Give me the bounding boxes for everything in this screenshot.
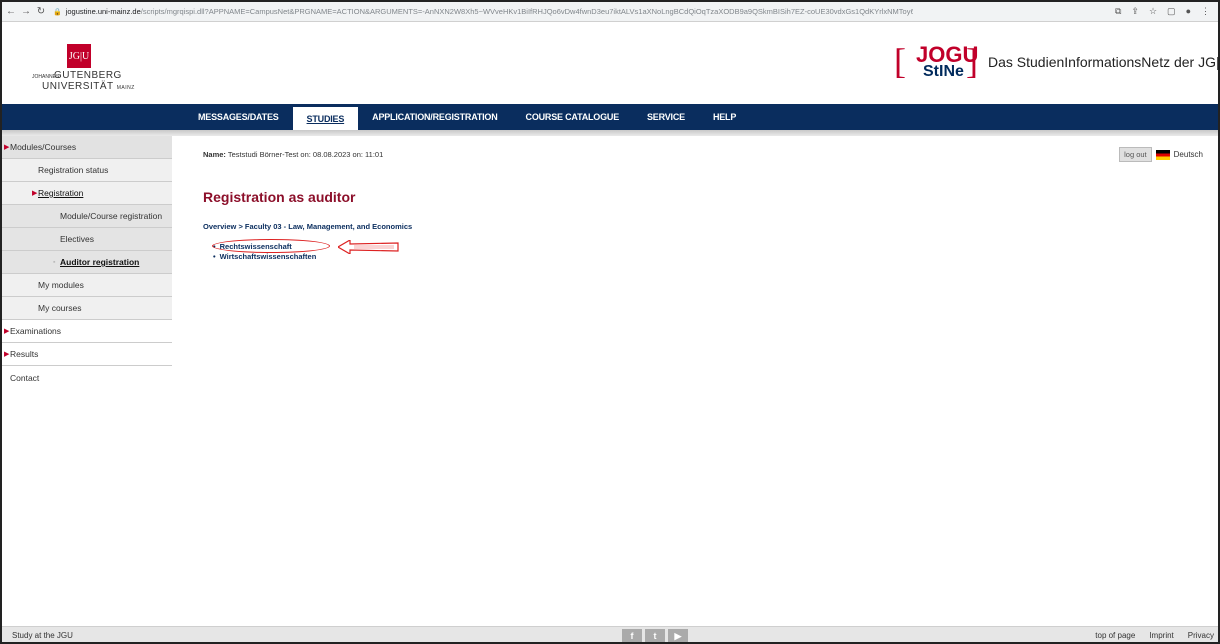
top-of-page-link[interactable]: top of page bbox=[1095, 631, 1135, 640]
sidebar-item-examinations[interactable]: ▶ Examinations bbox=[2, 320, 172, 343]
sidebar-item-contact[interactable]: Contact bbox=[2, 366, 172, 389]
name-label: Name: bbox=[203, 150, 226, 159]
jgu-logo-mark: JG|U bbox=[67, 44, 91, 68]
breadcrumb[interactable]: Overview > Faculty 03 - Law, Management,… bbox=[203, 222, 412, 231]
expand-arrow-icon: ▶ bbox=[4, 144, 10, 151]
nav-studies[interactable]: STUDIES bbox=[292, 107, 359, 130]
sidebar-item-label: Registration bbox=[38, 188, 84, 198]
menu-icon[interactable]: ⋮ bbox=[1201, 6, 1210, 17]
user-actions: log out Deutsch bbox=[1119, 147, 1203, 162]
bracket-right: ] bbox=[966, 41, 978, 81]
share-icon[interactable]: ⇪ bbox=[1131, 6, 1139, 17]
sidebar: ▶ Modules/Courses Registration status ▶ … bbox=[2, 136, 172, 626]
sidebar-item-electives[interactable]: Electives bbox=[2, 228, 172, 251]
jgu-logo[interactable]: JG|U JOHANNES GUTENBERG UNIVERSITÄT MAIN… bbox=[32, 44, 134, 94]
bracket-left: [ bbox=[894, 41, 906, 81]
translate-icon[interactable]: ⧉ bbox=[1115, 6, 1121, 17]
jgu-logo-mainz: MAINZ bbox=[116, 85, 135, 91]
annotation-arrow-icon bbox=[338, 240, 399, 254]
sidebar-item-registration-status[interactable]: Registration status bbox=[2, 159, 172, 182]
imprint-link[interactable]: Imprint bbox=[1149, 631, 1173, 640]
url-path: /scripts/mgrqispi.dll?APPNAME=CampusNet&… bbox=[140, 7, 913, 16]
twitter-icon[interactable]: t bbox=[645, 629, 665, 642]
jgu-logo-gutenberg: GUTENBERG bbox=[54, 70, 122, 81]
site-footer: Study at the JGU f t ▶ top of page Impri… bbox=[2, 626, 1218, 642]
name-value: Teststudi Börner-Test on: 08.08.2023 on:… bbox=[227, 150, 384, 159]
faculty-link-wirtschaftswissenschaften[interactable]: Wirtschaftswissenschaften bbox=[213, 252, 317, 262]
page-title: Registration as auditor bbox=[203, 189, 356, 205]
sidebar-item-label: Auditor registration bbox=[60, 257, 140, 267]
sidebar-item-registration[interactable]: ▶ Registration bbox=[2, 182, 172, 205]
nav-course-catalogue[interactable]: COURSE CATALOGUE bbox=[512, 104, 633, 130]
privacy-link[interactable]: Privacy bbox=[1188, 631, 1214, 640]
sidebar-item-my-courses[interactable]: My courses bbox=[2, 297, 172, 320]
forward-icon[interactable]: → bbox=[20, 6, 32, 17]
main-navigation: MESSAGES/DATES STUDIES APPLICATION/REGIS… bbox=[2, 104, 1218, 130]
sidepanel-icon[interactable]: ▢ bbox=[1167, 6, 1176, 17]
address-bar[interactable]: 🔒 jogustine.uni-mainz.de /scripts/mgrqis… bbox=[53, 7, 913, 16]
browser-actions: ⧉ ⇪ ☆ ▢ ● ⋮ bbox=[1115, 6, 1210, 17]
logout-button[interactable]: log out bbox=[1119, 147, 1152, 162]
screenshot-frame: ← → ↻ 🔒 jogustine.uni-mainz.de /scripts/… bbox=[0, 0, 1220, 644]
language-link[interactable]: Deutsch bbox=[1174, 150, 1203, 159]
sidebar-item-my-modules[interactable]: My modules bbox=[2, 274, 172, 297]
stine-logo-bottom: StINe bbox=[923, 63, 964, 80]
expand-arrow-icon: ▶ bbox=[32, 190, 38, 197]
expand-arrow-icon: ▶ bbox=[4, 351, 10, 358]
footer-links: top of page Imprint Privacy bbox=[1095, 631, 1214, 640]
reload-icon[interactable]: ↻ bbox=[35, 6, 47, 17]
bullet-icon: ▪ bbox=[53, 258, 56, 266]
sidebar-item-modules-courses[interactable]: ▶ Modules/Courses bbox=[2, 136, 172, 159]
nav-service[interactable]: SERVICE bbox=[633, 104, 699, 130]
expand-arrow-icon: ▶ bbox=[4, 328, 10, 335]
site-header: JG|U JOHANNES GUTENBERG UNIVERSITÄT MAIN… bbox=[2, 22, 1218, 104]
url-host: jogustine.uni-mainz.de bbox=[65, 7, 141, 16]
german-flag-icon[interactable] bbox=[1155, 149, 1170, 160]
annotation-circle bbox=[212, 239, 330, 253]
jogustine-logo[interactable]: [ JOGU StINe ] bbox=[894, 38, 978, 93]
profile-icon[interactable]: ● bbox=[1186, 6, 1191, 17]
jgu-logo-universitat: UNIVERSITÄT bbox=[42, 81, 114, 92]
back-icon[interactable]: ← bbox=[5, 6, 17, 17]
sidebar-item-results[interactable]: ▶ Results bbox=[2, 343, 172, 366]
facebook-icon[interactable]: f bbox=[622, 629, 642, 642]
sidebar-item-label: Modules/Courses bbox=[10, 142, 77, 152]
youtube-icon[interactable]: ▶ bbox=[668, 629, 688, 642]
sidebar-item-label: Results bbox=[10, 349, 39, 359]
main-content: Name: Teststudi Börner-Test on: 08.08.20… bbox=[172, 136, 1218, 626]
lock-icon: 🔒 bbox=[53, 8, 62, 16]
social-links: f t ▶ bbox=[622, 629, 688, 642]
sidebar-item-label: Examinations bbox=[10, 326, 62, 336]
star-icon[interactable]: ☆ bbox=[1149, 6, 1157, 17]
nav-application-registration[interactable]: APPLICATION/REGISTRATION bbox=[358, 104, 511, 130]
nav-help[interactable]: HELP bbox=[699, 104, 750, 130]
browser-toolbar: ← → ↻ 🔒 jogustine.uni-mainz.de /scripts/… bbox=[2, 2, 1218, 22]
site-tagline: Das StudienInformationsNetz der JG|U bbox=[988, 54, 1220, 70]
footer-study-link[interactable]: Study at the JGU bbox=[12, 631, 73, 640]
sidebar-item-module-course-registration[interactable]: Module/Course registration bbox=[2, 205, 172, 228]
nav-messages-dates[interactable]: MESSAGES/DATES bbox=[184, 104, 293, 130]
sidebar-item-auditor-registration[interactable]: ▪ Auditor registration bbox=[2, 251, 172, 274]
user-info: Name: Teststudi Börner-Test on: 08.08.20… bbox=[203, 150, 383, 159]
